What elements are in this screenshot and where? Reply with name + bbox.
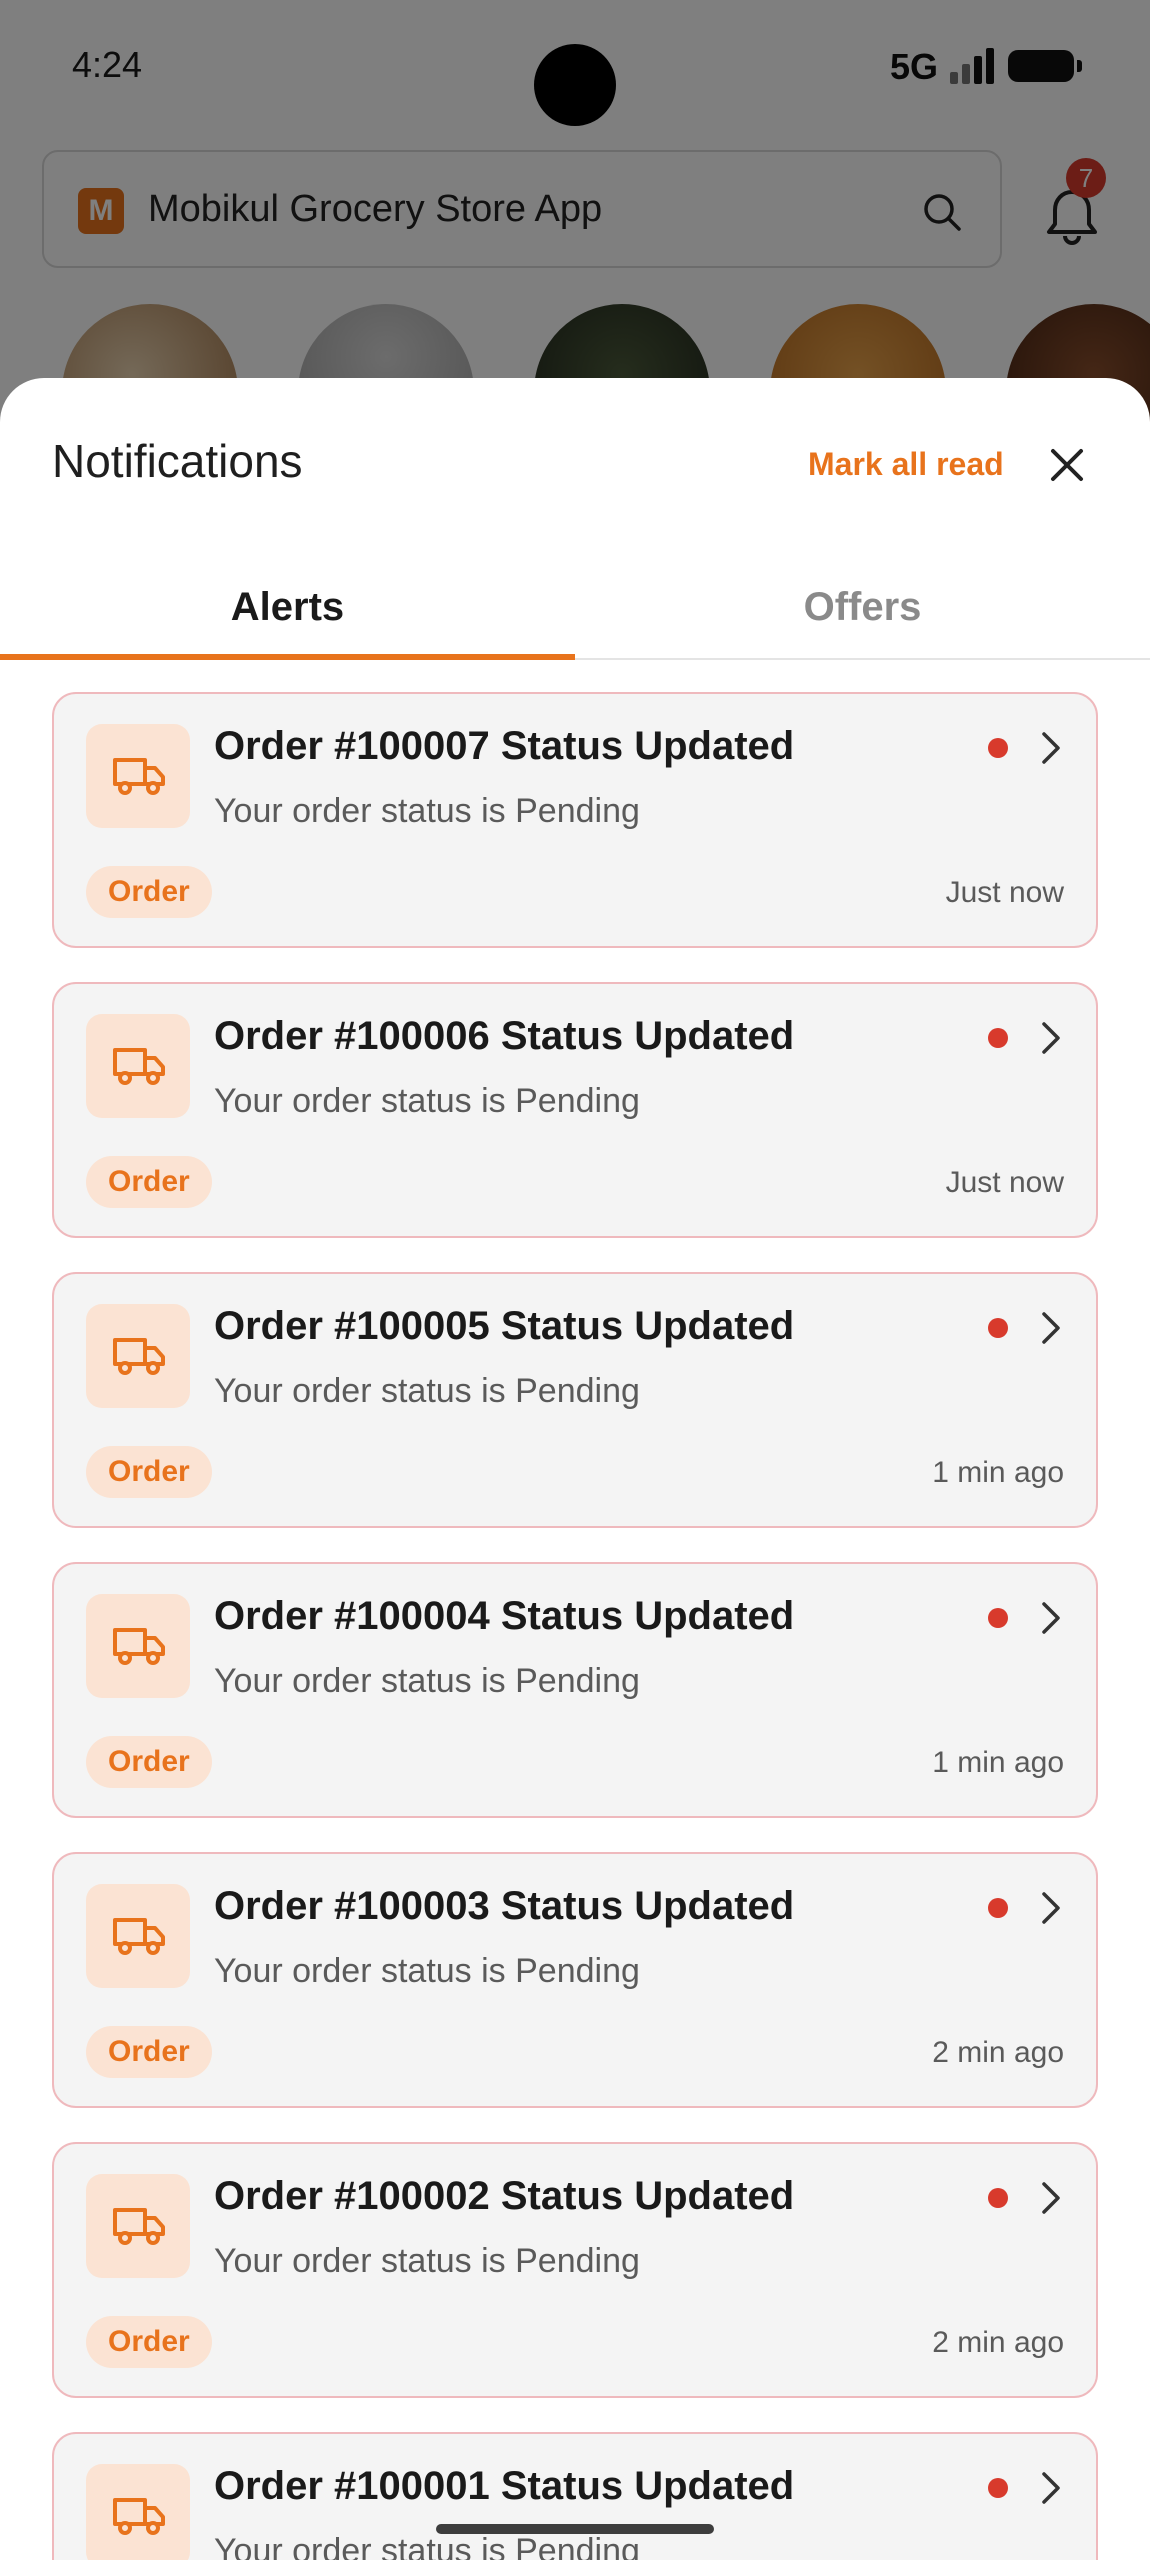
unread-dot bbox=[988, 1318, 1008, 1338]
unread-dot bbox=[988, 2478, 1008, 2498]
background-app: 4:24 5G M Mobikul Grocery Store App 7 bbox=[0, 0, 1150, 480]
truck-icon bbox=[113, 1628, 165, 1665]
notification-tag: Order bbox=[86, 1156, 212, 1208]
tab-alerts[interactable]: Alerts bbox=[0, 564, 575, 660]
order-icon-box bbox=[86, 724, 190, 828]
notification-time: Just now bbox=[945, 1166, 1064, 1199]
notification-card[interactable]: Order #100007 Status Updated Your order s… bbox=[52, 692, 1098, 948]
chevron-right-icon[interactable] bbox=[1034, 1888, 1068, 1928]
chevron-right-icon[interactable] bbox=[1034, 728, 1068, 768]
notification-card[interactable]: Order #100004 Status Updated Your order s… bbox=[52, 1562, 1098, 1818]
notification-tag: Order bbox=[86, 1446, 212, 1498]
dim-overlay[interactable] bbox=[0, 0, 1150, 420]
notification-time: 2 min ago bbox=[932, 2326, 1064, 2359]
order-icon-box bbox=[86, 1594, 190, 1698]
order-icon-box bbox=[86, 2464, 190, 2560]
mark-all-read-button[interactable]: Mark all read bbox=[808, 446, 1004, 483]
close-icon[interactable] bbox=[1040, 438, 1094, 492]
notification-time: Just now bbox=[945, 876, 1064, 909]
notification-card[interactable]: Order #100003 Status Updated Your order s… bbox=[52, 1852, 1098, 2108]
notification-title: Order #100003 Status Updated bbox=[214, 1884, 795, 1928]
notification-tag: Order bbox=[86, 2316, 212, 2368]
notification-title: Order #100006 Status Updated bbox=[214, 1014, 795, 1058]
truck-icon bbox=[113, 1918, 165, 1955]
notification-message: Your order status is Pending bbox=[214, 1082, 640, 1120]
unread-dot bbox=[988, 1028, 1008, 1048]
order-icon-box bbox=[86, 1884, 190, 1988]
notification-tag: Order bbox=[86, 866, 212, 918]
notification-title: Order #100002 Status Updated bbox=[214, 2174, 795, 2218]
sheet-title: Notifications bbox=[52, 435, 303, 487]
home-indicator[interactable] bbox=[436, 2524, 714, 2534]
tab-offers[interactable]: Offers bbox=[575, 564, 1150, 660]
notification-title: Order #100007 Status Updated bbox=[214, 724, 795, 768]
notification-card[interactable]: Order #100001 Status Updated Your order s… bbox=[52, 2432, 1098, 2560]
chevron-right-icon[interactable] bbox=[1034, 1598, 1068, 1638]
notification-title: Order #100001 Status Updated bbox=[214, 2464, 795, 2508]
unread-dot bbox=[988, 738, 1008, 758]
notification-card[interactable]: Order #100005 Status Updated Your order s… bbox=[52, 1272, 1098, 1528]
chevron-right-icon[interactable] bbox=[1034, 1308, 1068, 1348]
notification-card[interactable]: Order #100002 Status Updated Your order s… bbox=[52, 2142, 1098, 2398]
notification-title: Order #100004 Status Updated bbox=[214, 1594, 795, 1638]
unread-dot bbox=[988, 1608, 1008, 1628]
unread-dot bbox=[988, 1898, 1008, 1918]
notification-message: Your order status is Pending bbox=[214, 2532, 640, 2560]
notification-tag: Order bbox=[86, 1736, 212, 1788]
notification-time: 1 min ago bbox=[932, 1746, 1064, 1779]
chevron-right-icon[interactable] bbox=[1034, 2178, 1068, 2218]
chevron-right-icon[interactable] bbox=[1034, 2468, 1068, 2508]
truck-icon bbox=[113, 1048, 165, 1085]
order-icon-box bbox=[86, 1014, 190, 1118]
truck-icon bbox=[113, 758, 165, 795]
truck-icon bbox=[113, 2208, 165, 2245]
notification-title: Order #100005 Status Updated bbox=[214, 1304, 795, 1348]
order-icon-box bbox=[86, 1304, 190, 1408]
truck-icon bbox=[113, 2498, 165, 2535]
notification-tag: Order bbox=[86, 2026, 212, 2078]
notification-message: Your order status is Pending bbox=[214, 1662, 640, 1700]
chevron-right-icon[interactable] bbox=[1034, 1018, 1068, 1058]
notification-message: Your order status is Pending bbox=[214, 2242, 640, 2280]
tab-bar: Alerts Offers bbox=[0, 564, 1150, 660]
unread-dot bbox=[988, 2188, 1008, 2208]
notification-time: 1 min ago bbox=[932, 1456, 1064, 1489]
notifications-sheet: Notifications Mark all read Alerts Offer… bbox=[0, 378, 1150, 2560]
notification-time: 2 min ago bbox=[932, 2036, 1064, 2069]
notification-card[interactable]: Order #100006 Status Updated Your order s… bbox=[52, 982, 1098, 1238]
notification-message: Your order status is Pending bbox=[214, 1372, 640, 1410]
notification-message: Your order status is Pending bbox=[214, 1952, 640, 1990]
order-icon-box bbox=[86, 2174, 190, 2278]
truck-icon bbox=[113, 1338, 165, 1375]
notification-message: Your order status is Pending bbox=[214, 792, 640, 830]
